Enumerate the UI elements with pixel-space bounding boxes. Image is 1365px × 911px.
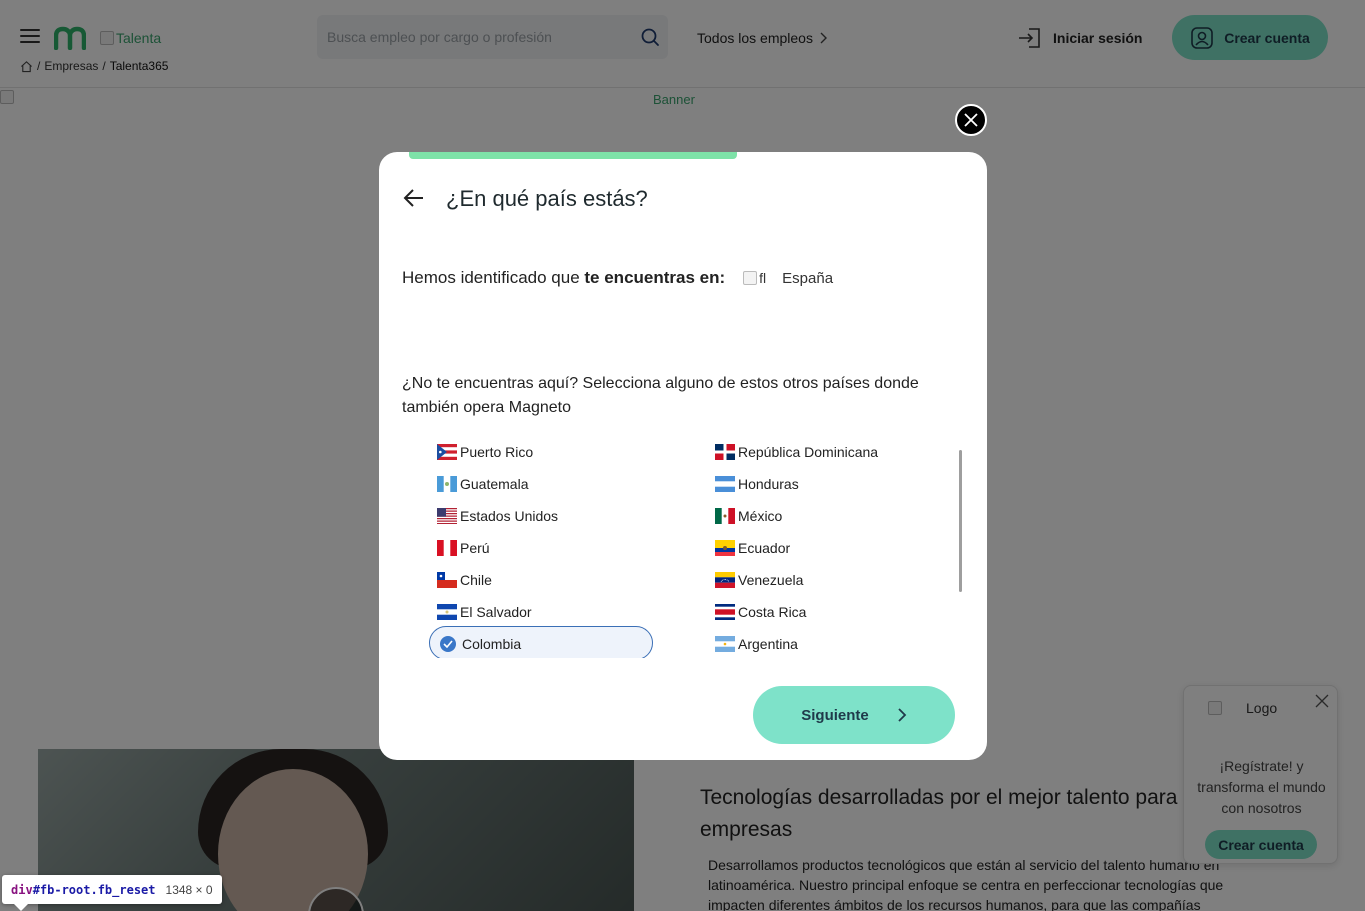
el-salvador-flag-icon bbox=[437, 604, 457, 620]
country-label: Puerto Rico bbox=[460, 444, 534, 460]
country-label: México bbox=[738, 508, 783, 524]
country-option-ecuador[interactable]: Ecuador bbox=[715, 532, 965, 564]
country-list[interactable]: Puerto Rico Guatemala Estados Unidos Per… bbox=[429, 436, 969, 658]
detected-location: Hemos identificado que te encuentras en:… bbox=[402, 268, 833, 288]
country-label: Honduras bbox=[738, 476, 799, 492]
country-modal: ¿En qué país estás? Hemos identificado q… bbox=[379, 152, 987, 760]
detected-flag-alt: fl bbox=[759, 270, 767, 286]
back-arrow-icon[interactable] bbox=[403, 188, 425, 208]
broken-image-icon bbox=[743, 271, 758, 285]
guatemala-flag-icon bbox=[437, 476, 457, 492]
venezuela-flag-icon bbox=[715, 572, 735, 588]
devtools-selector-rest: #fb-root.fb_reset bbox=[32, 882, 156, 897]
detected-country: España bbox=[782, 269, 834, 287]
country-question: ¿No te encuentras aquí? Selecciona algun… bbox=[402, 375, 919, 416]
country-label: Perú bbox=[460, 540, 490, 556]
country-option-mexico[interactable]: México bbox=[715, 500, 965, 532]
puerto-rico-flag-icon bbox=[437, 444, 457, 460]
argentina-flag-icon bbox=[715, 636, 735, 652]
country-label: Ecuador bbox=[738, 540, 791, 556]
chile-flag-icon bbox=[437, 572, 457, 588]
detected-bold: te encuentras en: bbox=[584, 268, 726, 287]
detected-flag: fl bbox=[743, 270, 766, 286]
country-option-peru[interactable]: Perú bbox=[437, 532, 687, 564]
country-option-venezuela[interactable]: Venezuela bbox=[715, 564, 965, 596]
close-icon bbox=[964, 113, 978, 127]
devtools-selector-tag: div bbox=[11, 882, 33, 897]
mexico-flag-icon bbox=[715, 508, 735, 524]
modal-close-button[interactable] bbox=[955, 104, 987, 136]
country-label: Costa Rica bbox=[738, 604, 807, 620]
country-list-scrollbar[interactable] bbox=[959, 450, 962, 592]
country-label: Venezuela bbox=[738, 572, 804, 588]
country-label: Guatemala bbox=[460, 476, 529, 492]
country-option-el-salvador[interactable]: El Salvador bbox=[437, 596, 687, 628]
country-column-right: República Dominicana Honduras México Ecu… bbox=[715, 436, 965, 658]
country-option-argentina[interactable]: Argentina bbox=[715, 628, 965, 658]
country-option-estados-unidos[interactable]: Estados Unidos bbox=[437, 500, 687, 532]
detected-prefix: Hemos identificado que bbox=[402, 268, 585, 287]
country-label: República Dominicana bbox=[738, 444, 879, 460]
devtools-inspect-tooltip: div#fb-root.fb_reset 1348 × 0 bbox=[2, 875, 222, 911]
progress-bar bbox=[409, 152, 737, 159]
modal-title: ¿En qué país estás? bbox=[446, 186, 648, 211]
country-label: El Salvador bbox=[460, 604, 532, 620]
honduras-flag-icon bbox=[715, 476, 735, 492]
country-option-honduras[interactable]: Honduras bbox=[715, 468, 965, 500]
devtools-selector: div#fb-root.fb_reset bbox=[11, 883, 156, 897]
check-circle-icon bbox=[440, 636, 456, 652]
country-option-republica-dominicana[interactable]: República Dominicana bbox=[715, 436, 965, 468]
costa-rica-flag-icon bbox=[715, 604, 735, 620]
country-column-left: Puerto Rico Guatemala Estados Unidos Per… bbox=[429, 436, 687, 658]
country-option-colombia[interactable]: Colombia bbox=[429, 626, 687, 658]
peru-flag-icon bbox=[437, 540, 457, 556]
chevron-right-icon bbox=[898, 708, 907, 722]
ecuador-flag-icon bbox=[715, 540, 735, 556]
country-option-guatemala[interactable]: Guatemala bbox=[437, 468, 687, 500]
country-option-puerto-rico[interactable]: Puerto Rico bbox=[437, 436, 687, 468]
country-label: Estados Unidos bbox=[460, 508, 559, 524]
country-option-chile[interactable]: Chile bbox=[437, 564, 687, 596]
country-label: Chile bbox=[460, 572, 492, 588]
country-option-costa-rica[interactable]: Costa Rica bbox=[715, 596, 965, 628]
usa-flag-icon bbox=[437, 508, 457, 524]
next-label: Siguiente bbox=[801, 706, 869, 724]
country-label: Argentina bbox=[738, 636, 798, 652]
devtools-dimensions: 1348 × 0 bbox=[165, 882, 213, 897]
dominican-republic-flag-icon bbox=[715, 444, 735, 460]
country-label: Colombia bbox=[462, 636, 522, 652]
next-button[interactable]: Siguiente bbox=[753, 686, 955, 744]
